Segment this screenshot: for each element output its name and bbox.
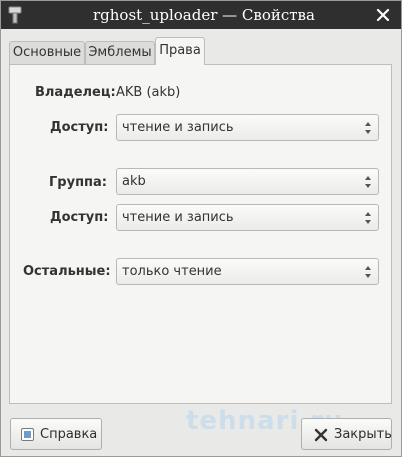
group-access-label: Доступ: xyxy=(50,210,109,225)
owner-access-label: Доступ: xyxy=(50,120,109,135)
owner-value: AKB (akb) xyxy=(116,85,181,100)
properties-dialog: rghost_uploader — Свойства Основные Эмбл… xyxy=(0,0,402,457)
combo-arrows-icon xyxy=(365,212,371,224)
others-access-select[interactable]: только чтение xyxy=(116,258,379,285)
group-value: akb xyxy=(122,174,146,189)
group-access-value: чтение и запись xyxy=(122,210,234,225)
close-window-icon[interactable] xyxy=(375,7,391,23)
group-select[interactable]: akb xyxy=(116,168,379,195)
close-button[interactable]: Закрыть xyxy=(301,418,392,450)
tab-emblems[interactable]: Эмблемы xyxy=(85,41,155,64)
group-label: Группа: xyxy=(49,175,107,190)
owner-access-value: чтение и запись xyxy=(122,120,234,135)
combo-arrows-icon xyxy=(365,122,371,134)
tab-permissions[interactable]: Права xyxy=(155,37,205,65)
others-access-value: только чтение xyxy=(122,264,222,279)
window-title: rghost_uploader — Свойства xyxy=(93,6,315,24)
title-bar[interactable]: rghost_uploader — Свойства xyxy=(1,1,401,29)
close-icon xyxy=(314,428,328,442)
help-button[interactable]: Справка xyxy=(10,418,102,450)
tab-basic[interactable]: Основные xyxy=(9,41,85,64)
others-label: Остальные: xyxy=(23,264,111,279)
owner-label: Владелец: xyxy=(35,85,116,100)
combo-arrows-icon xyxy=(365,176,371,188)
combo-arrows-icon xyxy=(365,266,371,278)
help-icon xyxy=(21,428,34,441)
hammer-icon xyxy=(8,6,22,24)
help-button-label: Справка xyxy=(40,427,98,442)
group-access-select[interactable]: чтение и запись xyxy=(116,204,379,231)
owner-access-select[interactable]: чтение и запись xyxy=(116,114,379,141)
close-button-label: Закрыть xyxy=(334,427,392,442)
